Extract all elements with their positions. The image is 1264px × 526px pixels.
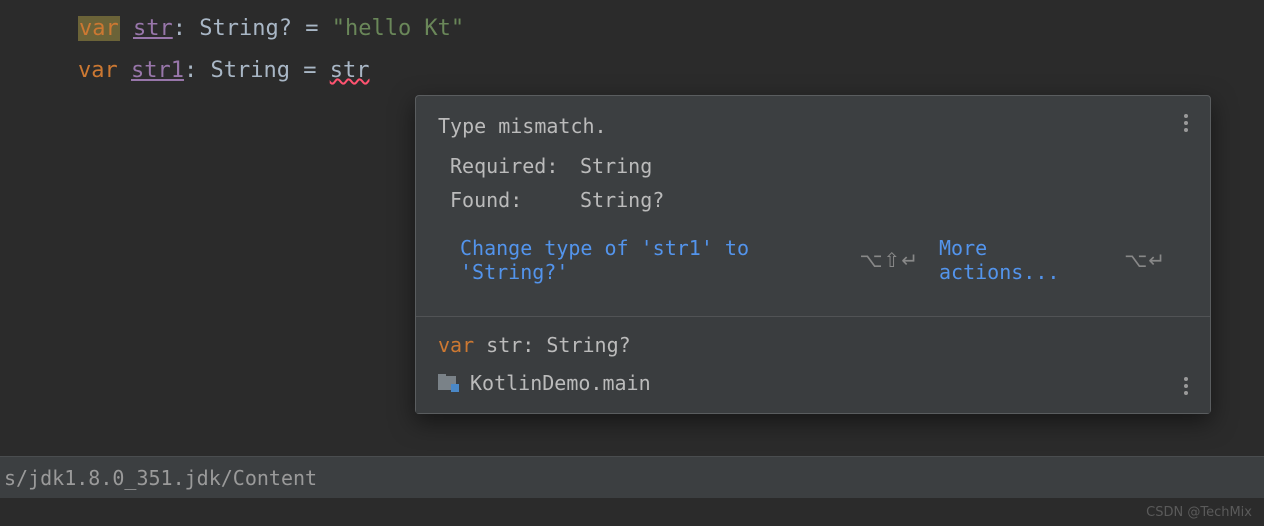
- type-annotation: String?: [199, 16, 292, 41]
- found-value: String?: [580, 188, 664, 212]
- more-icon[interactable]: [1178, 114, 1194, 132]
- more-actions-link[interactable]: More actions...: [939, 236, 1108, 284]
- status-bar: s/jdk1.8.0_351.jdk/Content: [0, 456, 1264, 498]
- watermark: CSDN @TechMix: [1146, 505, 1252, 520]
- type-annotation: String: [210, 58, 289, 83]
- code-line-2: var str1: String = str: [78, 50, 1264, 92]
- file-icon: [438, 374, 460, 392]
- found-label: Found:: [450, 188, 580, 212]
- shortcut-hint: ⌥⇧↵: [859, 248, 919, 272]
- error-title: Type mismatch.: [438, 114, 1188, 138]
- location-text: KotlinDemo.main: [470, 371, 651, 395]
- keyword-var: var: [78, 16, 120, 41]
- code-editor[interactable]: var str: String? = "hello Kt" var str1: …: [0, 0, 1264, 92]
- shortcut-hint: ⌥↵: [1124, 248, 1166, 272]
- error-tooltip: Type mismatch. Required: String Found: S…: [415, 95, 1211, 414]
- more-icon[interactable]: [1178, 377, 1194, 395]
- error-token: str: [330, 58, 370, 83]
- required-value: String: [580, 154, 652, 178]
- code-line-1: var str: String? = "hello Kt": [78, 8, 1264, 50]
- required-label: Required:: [450, 154, 580, 178]
- declaration-preview: var str: String?: [438, 333, 1188, 357]
- status-text: s/jdk1.8.0_351.jdk/Content: [4, 466, 317, 490]
- keyword-var: var: [78, 58, 118, 83]
- var-name: str: [133, 16, 173, 41]
- declaration-location[interactable]: KotlinDemo.main: [438, 371, 1188, 395]
- var-name: str1: [131, 58, 184, 83]
- quick-fix-link[interactable]: Change type of 'str1' to 'String?': [460, 236, 843, 284]
- string-literal: "hello Kt": [332, 16, 464, 41]
